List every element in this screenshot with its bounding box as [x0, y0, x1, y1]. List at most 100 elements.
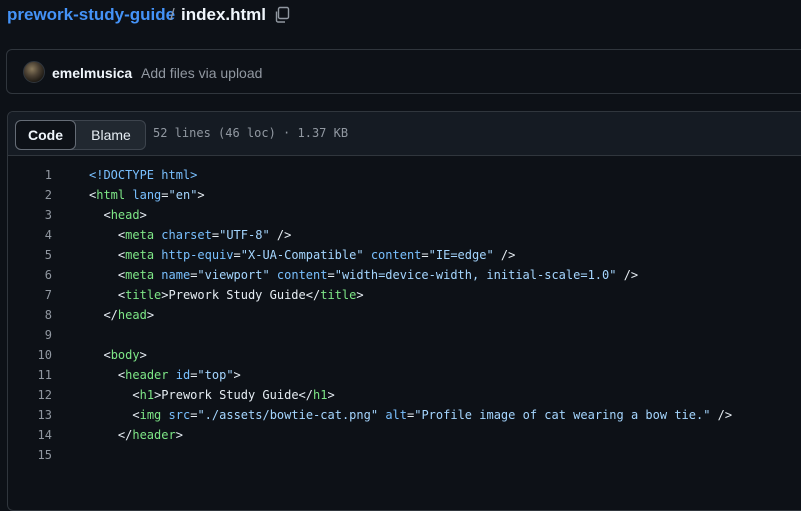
code-token: header [125, 368, 169, 382]
user-avatar[interactable] [23, 61, 45, 83]
code-token: "top" [197, 368, 234, 382]
code-token: "./assets/bowtie-cat.png" [197, 408, 379, 422]
line-content: <meta charset="UTF-8" /> [118, 225, 291, 245]
code-token: "en" [168, 188, 198, 202]
line-number[interactable]: 3 [8, 205, 52, 225]
line-number[interactable]: 14 [8, 425, 52, 445]
code-token: < [132, 388, 140, 402]
code-line: 10 <body> [8, 345, 801, 365]
code-token: /> [710, 408, 733, 422]
line-number[interactable]: 8 [8, 305, 52, 325]
latest-commit-box: emelmusica Add files via upload [6, 49, 801, 94]
code-line: 4 <meta charset="UTF-8" /> [8, 225, 801, 245]
line-content: <img src="./assets/bowtie-cat.png" alt="… [132, 405, 732, 425]
code-token: h1 [139, 388, 155, 402]
code-token: img [139, 408, 162, 422]
code-token: "X-UA-Compatible" [240, 248, 364, 262]
copy-icon [275, 6, 290, 23]
line-number[interactable]: 12 [8, 385, 52, 405]
line-number[interactable]: 5 [8, 245, 52, 265]
tab-code[interactable]: Code [15, 120, 76, 150]
code-token: "UTF-8" [219, 228, 270, 242]
code-token: < [132, 408, 140, 422]
code-token: > [233, 368, 241, 382]
code-token: < [103, 348, 111, 362]
commit-message-link[interactable]: Add files via upload [141, 65, 262, 81]
line-content: <head> [103, 205, 146, 225]
code-token: content [370, 248, 422, 262]
line-number[interactable]: 4 [8, 225, 52, 245]
code-listing[interactable]: 1 <!DOCTYPE html> 2 <html lang="en"> 3 <head>… [8, 156, 801, 465]
code-token: >Prework Study Guide</ [161, 288, 321, 302]
copy-path-button[interactable] [272, 4, 292, 26]
code-token: > [197, 188, 205, 202]
file-viewer: Code Blame 52 lines (46 loc) · 1.37 KB 1… [7, 111, 801, 511]
line-number[interactable]: 11 [8, 365, 52, 385]
code-line: 3 <head> [8, 205, 801, 225]
code-token: title [320, 288, 357, 302]
code-token: charset [161, 228, 212, 242]
line-content: <body> [103, 345, 146, 365]
line-content: <html lang="en"> [89, 185, 205, 205]
code-token: </ [103, 308, 118, 322]
line-content: <!DOCTYPE html> [89, 165, 197, 185]
code-token: > [356, 288, 364, 302]
line-number[interactable]: 1 [8, 165, 52, 185]
code-token: meta [125, 268, 155, 282]
line-number[interactable]: 13 [8, 405, 52, 425]
line-number[interactable]: 10 [8, 345, 52, 365]
code-token: = [327, 268, 335, 282]
code-token: > [146, 308, 155, 322]
line-number[interactable]: 6 [8, 265, 52, 285]
line-content: <meta name="viewport" content="width=dev… [118, 265, 638, 285]
code-token: /> [493, 248, 516, 262]
line-content: <h1>Prework Study Guide</h1> [132, 385, 334, 405]
code-line: 2 <html lang="en"> [8, 185, 801, 205]
line-number[interactable]: 15 [8, 445, 52, 465]
code-token: /> [269, 228, 292, 242]
line-number[interactable]: 9 [8, 325, 52, 345]
commit-author-link[interactable]: emelmusica [52, 65, 132, 81]
view-mode-toggle: Code Blame [15, 120, 146, 150]
line-content: </header> [118, 425, 183, 445]
code-token: http-equiv [161, 248, 234, 262]
file-viewer-header: Code Blame 52 lines (46 loc) · 1.37 KB [8, 112, 801, 156]
code-token: lang [132, 188, 162, 202]
code-line: 7 <title>Prework Study Guide</title> [8, 285, 801, 305]
code-token: "width=device-width, initial-scale=1.0" [334, 268, 617, 282]
code-token: "IE=edge" [428, 248, 494, 262]
code-line: 6 <meta name="viewport" content="width=de… [8, 265, 801, 285]
line-content: <meta http-equiv="X-UA-Compatible" conte… [118, 245, 515, 265]
code-token: h1 [313, 388, 328, 402]
file-meta: 52 lines (46 loc) · 1.37 KB [153, 126, 349, 140]
code-token: body [110, 348, 140, 362]
code-token: = [211, 228, 220, 242]
code-line: 9 [8, 325, 801, 345]
code-token: >Prework Study Guide</ [154, 388, 314, 402]
code-token: id [175, 368, 191, 382]
line-number[interactable]: 2 [8, 185, 52, 205]
code-token: > [139, 208, 147, 222]
breadcrumb-repo-link[interactable]: prework-study-guide [7, 5, 175, 25]
code-token: <!DOCTYPE html> [89, 168, 198, 182]
code-token: "viewport" [197, 268, 270, 282]
code-token: content [276, 268, 328, 282]
tab-blame[interactable]: Blame [76, 121, 146, 149]
code-token: < [103, 208, 111, 222]
code-token: > [327, 388, 335, 402]
file-breadcrumb: prework-study-guide / index.html [0, 0, 801, 32]
breadcrumb-separator: / [170, 5, 175, 24]
code-token: meta [125, 228, 155, 242]
code-token: header [132, 428, 176, 442]
line-number[interactable]: 7 [8, 285, 52, 305]
code-line: 5 <meta http-equiv="X-UA-Compatible" cont… [8, 245, 801, 265]
code-token: meta [125, 248, 155, 262]
code-token: > [139, 348, 147, 362]
code-token: title [125, 288, 162, 302]
code-token: /> [616, 268, 639, 282]
code-line: 11 <header id="top"> [8, 365, 801, 385]
code-token: = [161, 188, 169, 202]
